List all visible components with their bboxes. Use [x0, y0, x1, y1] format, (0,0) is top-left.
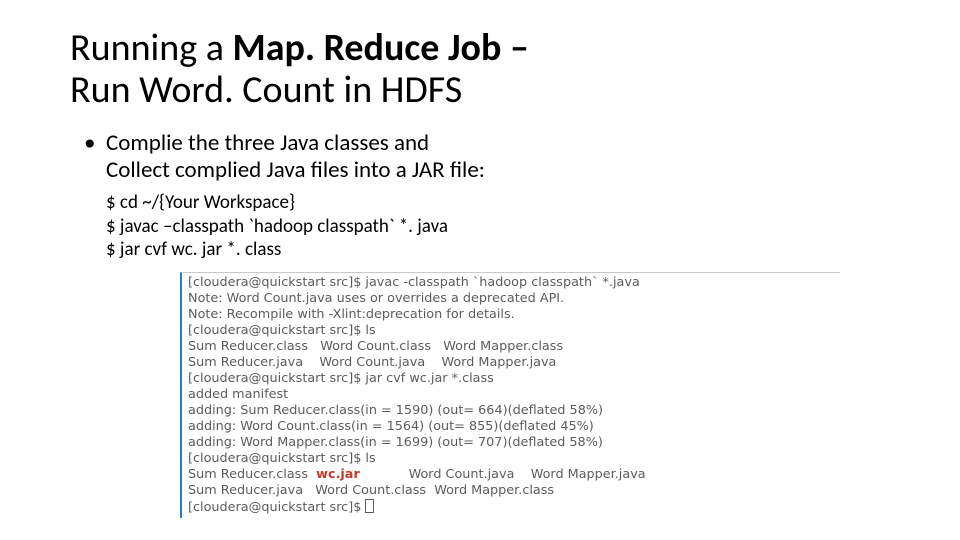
bullet-line1: Complie the three Java classes and — [106, 129, 429, 157]
cmd-line-3: $ jar cvf wc. jar *. class — [106, 238, 281, 261]
term-l1: [cloudera@quickstart src]$ javac -classp… — [188, 275, 640, 290]
title-part2: Run Word. Count in HDFS — [70, 67, 462, 113]
term-l7: [cloudera@quickstart src]$ jar cvf wc.ja… — [188, 371, 494, 386]
bullet-line2: Collect complied Java files into a JAR f… — [106, 156, 485, 184]
slide-title: Running a Map. Reduce Job – Run Word. Co… — [70, 28, 900, 112]
term-l2: Note: Word Count.java uses or overrides … — [188, 291, 564, 306]
slide: Running a Map. Reduce Job – Run Word. Co… — [0, 0, 960, 538]
term-l10: adding: Word Count.class(in = 1564) (out… — [188, 419, 594, 434]
term-l15: [cloudera@quickstart src]$ — [188, 500, 365, 515]
title-bold: Map. Reduce Job – — [232, 25, 528, 71]
term-l13c: Word Count.java Word Mapper.java — [360, 467, 646, 482]
title-part1: Running a — [70, 25, 232, 71]
term-l6: Sum Reducer.java Word Count.java Word Ma… — [188, 355, 556, 370]
term-l4: [cloudera@quickstart src]$ ls — [188, 323, 376, 338]
terminal-wrap: [cloudera@quickstart src]$ javac -classp… — [180, 272, 840, 518]
term-l14: Sum Reducer.java Word Count.class Word M… — [188, 483, 554, 498]
term-l13a: Sum Reducer.class — [188, 467, 316, 482]
term-wc-jar: wc.jar — [316, 467, 360, 482]
term-l3: Note: Recompile with -Xlint:deprecation … — [188, 307, 515, 322]
term-l8: added manifest — [188, 387, 288, 402]
term-l12: [cloudera@quickstart src]$ ls — [188, 451, 376, 466]
term-l9: adding: Sum Reducer.class(in = 1590) (ou… — [188, 403, 603, 418]
term-l11: adding: Word Mapper.class(in = 1699) (ou… — [188, 435, 603, 450]
cmd-line-2: $ javac –classpath `hadoop classpath` *.… — [106, 215, 448, 238]
cmd-line-1: $ cd ~/{Your Workspace} — [106, 191, 295, 214]
bullet-item: Complie the three Java classes and Colle… — [70, 130, 900, 185]
terminal-output: [cloudera@quickstart src]$ javac -classp… — [180, 272, 840, 518]
cursor-icon — [365, 499, 374, 513]
command-block: $ cd ~/{Your Workspace} $ javac –classpa… — [70, 191, 900, 262]
term-l5: Sum Reducer.class Word Count.class Word … — [188, 339, 563, 354]
